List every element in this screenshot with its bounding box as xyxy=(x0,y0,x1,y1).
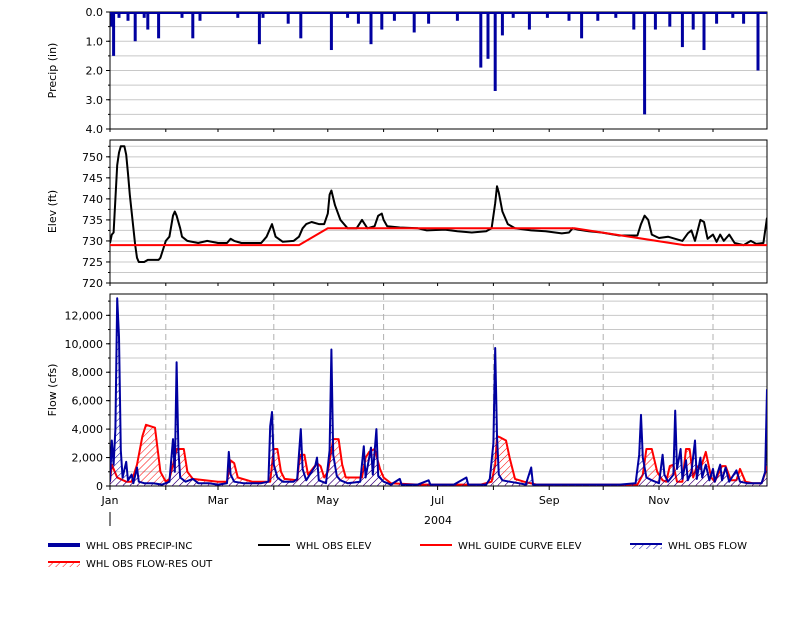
x-tick-label: Jul xyxy=(430,494,444,507)
y-tick-label: 0.0 xyxy=(86,6,104,19)
precip-bar xyxy=(527,12,531,30)
legend-item-resout: WHL OBS FLOW-RES OUT xyxy=(48,559,213,570)
precip-bar xyxy=(668,12,672,27)
precip-bar xyxy=(500,12,504,36)
x-tick-label: May xyxy=(316,494,339,507)
precip-bar xyxy=(493,12,497,91)
legend-label: WHL GUIDE CURVE ELEV xyxy=(458,541,582,552)
legend-item-elev: WHL OBS ELEV xyxy=(258,541,371,552)
precip-bar xyxy=(756,12,760,71)
series-line-resout xyxy=(110,423,767,486)
chart-svg: 0.0 1.0 2.0 3.0 4.0 Precip (in) 720 725 730 735 74… xyxy=(46,6,768,570)
y-tick-label: 12,000 xyxy=(65,309,104,322)
legend-item-precip: WHL OBS PRECIP-INC xyxy=(48,541,192,552)
y-tick-label: 4.0 xyxy=(86,123,104,136)
precip-bar xyxy=(702,12,706,51)
legend-item-flow: WHL OBS FLOW xyxy=(630,541,747,552)
precip-bar xyxy=(369,12,373,45)
y-tick-label: 2,000 xyxy=(72,452,104,465)
y-tick-label: 735 xyxy=(82,214,103,227)
precip-bar xyxy=(680,12,684,48)
precip-bar xyxy=(653,12,657,30)
panel-1: 0.0 1.0 2.0 3.0 4.0 Precip (in) xyxy=(46,6,768,136)
y-tick-label: 4,000 xyxy=(72,423,104,436)
precip-bar xyxy=(479,12,483,68)
y-tick-label: 740 xyxy=(82,193,103,206)
x-axis-year-label: 2004 xyxy=(424,514,452,527)
x-tick-label: Jan xyxy=(101,494,119,507)
x-tick-label: Nov xyxy=(648,494,670,507)
y-tick-label: 730 xyxy=(82,235,103,248)
precip-bar xyxy=(412,12,416,33)
series-line-flow xyxy=(110,297,767,486)
x-tick-label: Mar xyxy=(208,494,229,507)
precip-bar xyxy=(191,12,195,39)
y-tick-label: 745 xyxy=(82,172,103,185)
plot-area xyxy=(110,12,767,115)
y-axis-label: Precip (in) xyxy=(46,43,59,99)
y-tick-label: 720 xyxy=(82,277,103,290)
y-tick-label: 0 xyxy=(96,480,103,493)
y-tick-label: 10,000 xyxy=(65,338,104,351)
precip-bar xyxy=(580,12,584,39)
chart-figure: 0.0 1.0 2.0 3.0 4.0 Precip (in) 720 725 730 735 74… xyxy=(0,0,800,627)
precip-bar xyxy=(146,12,150,30)
legend-item-guide: WHL GUIDE CURVE ELEV xyxy=(420,541,582,552)
x-tick-label: Sep xyxy=(539,494,560,507)
y-tick-label: 3.0 xyxy=(86,94,104,107)
y-tick-label: 1.0 xyxy=(86,35,104,48)
precip-bar xyxy=(299,12,303,39)
y-tick-label: 6,000 xyxy=(72,395,104,408)
legend-label: WHL OBS ELEV xyxy=(296,541,371,552)
y-tick-label: 725 xyxy=(82,256,103,269)
chart-legend: WHL OBS PRECIP-INC WHL OBS ELEV WHL GUIDE … xyxy=(48,541,747,570)
y-tick-label: 8,000 xyxy=(72,366,104,379)
precip-bar xyxy=(133,12,137,42)
precip-bar xyxy=(486,12,490,59)
panel-3: 0 2,000 4,000 6,000 8,000 10,000 12,000 Flow (c… xyxy=(46,293,768,527)
legend-label: WHL OBS PRECIP-INC xyxy=(86,541,192,552)
precip-bar xyxy=(329,12,333,51)
y-axis-label: Elev (ft) xyxy=(46,190,59,233)
precip-bar xyxy=(112,12,116,56)
precip-bar xyxy=(632,12,636,30)
precip-bar xyxy=(691,12,695,30)
legend-label: WHL OBS FLOW xyxy=(668,541,747,552)
y-axis-label: Flow (cfs) xyxy=(46,364,59,417)
precip-bar xyxy=(643,12,647,115)
y-tick-label: 2.0 xyxy=(86,65,104,78)
panel-2: 720 725 730 735 740 745 750 Elev (ft) xyxy=(46,139,768,290)
plot-area xyxy=(110,145,767,263)
precip-bar xyxy=(257,12,261,45)
precip-bar xyxy=(157,12,161,39)
y-tick-label: 750 xyxy=(82,151,103,164)
legend-label: WHL OBS FLOW-RES OUT xyxy=(86,559,213,570)
precip-bar xyxy=(380,12,384,30)
series-area-resout xyxy=(110,424,767,486)
